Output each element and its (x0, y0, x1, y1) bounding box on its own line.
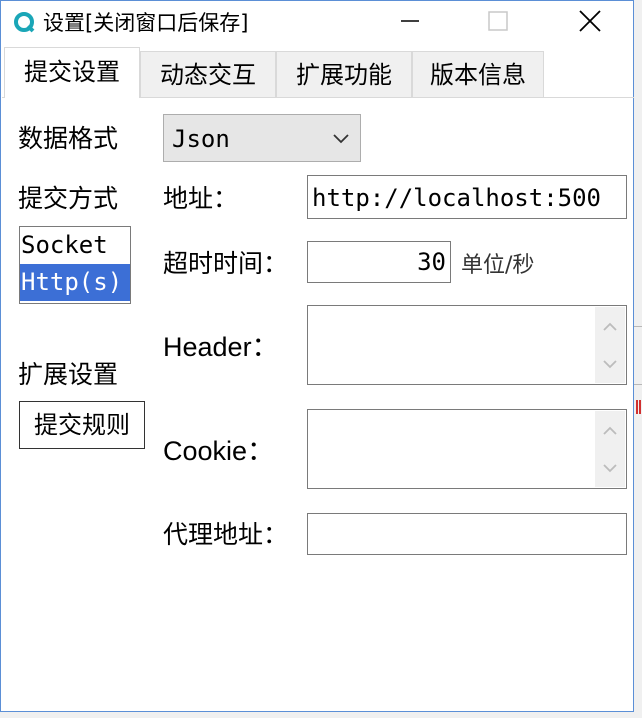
submit-method-list[interactable]: Socket Http(s) (19, 226, 131, 304)
cookie-scrollbar[interactable] (595, 411, 625, 487)
address-label: 地址： (163, 185, 239, 213)
tab-dynamic-interaction[interactable]: 动态交互 (140, 51, 276, 97)
scroll-up-icon[interactable] (602, 317, 618, 336)
header-label: Header： (163, 332, 279, 362)
address-field[interactable]: http://localhost:500 (307, 175, 627, 219)
address-value: http://localhost:500 (312, 184, 601, 212)
scroll-up-icon[interactable] (602, 421, 618, 440)
header-textarea[interactable] (307, 305, 627, 385)
background-edge-bottom (0, 712, 642, 718)
minimize-button[interactable] (387, 1, 433, 45)
proxy-field[interactable] (307, 513, 627, 555)
tab-version-info[interactable]: 版本信息 (412, 51, 544, 97)
app-logo-icon (13, 11, 35, 33)
timeout-field[interactable]: 30 (307, 241, 451, 283)
close-icon (578, 9, 602, 37)
scroll-down-icon[interactable] (602, 354, 618, 373)
settings-window: 设置[关闭窗口后保存] 提交设置 动态交互 扩展功能 版本信息 数据格式 提交方… (0, 0, 634, 712)
submit-method-label: 提交方式 (18, 184, 119, 213)
timeout-unit: 单位/秒 (461, 253, 535, 278)
close-button[interactable] (567, 1, 613, 45)
maximize-icon (488, 11, 508, 35)
submit-rules-button[interactable]: 提交规则 (19, 401, 145, 449)
minimize-icon (400, 11, 420, 35)
timeout-value: 30 (417, 248, 446, 276)
timeout-label: 超时时间： (163, 250, 289, 278)
chevron-down-icon (332, 131, 350, 150)
data-format-label: 数据格式 (18, 124, 119, 153)
ext-settings-label: 扩展设置 (18, 360, 119, 389)
maximize-button[interactable] (475, 1, 521, 45)
proxy-label: 代理地址： (163, 521, 289, 549)
title-bar: 设置[关闭窗口后保存] (1, 1, 633, 45)
header-scrollbar[interactable] (595, 307, 625, 383)
tab-extensions[interactable]: 扩展功能 (276, 51, 412, 97)
data-format-select[interactable]: Json (163, 114, 361, 162)
scroll-down-icon[interactable] (602, 458, 618, 477)
list-item-https[interactable]: Http(s) (20, 264, 130, 301)
background-window-edge (634, 0, 642, 718)
tab-submit-settings[interactable]: 提交设置 (4, 47, 140, 98)
list-item-socket[interactable]: Socket (20, 227, 130, 264)
window-title: 设置[关闭窗口后保存] (43, 11, 249, 35)
cookie-textarea[interactable] (307, 409, 627, 489)
tab-bar: 提交设置 动态交互 扩展功能 版本信息 (2, 47, 634, 99)
data-format-value: Json (172, 125, 230, 153)
cookie-label: Cookie： (163, 436, 275, 466)
